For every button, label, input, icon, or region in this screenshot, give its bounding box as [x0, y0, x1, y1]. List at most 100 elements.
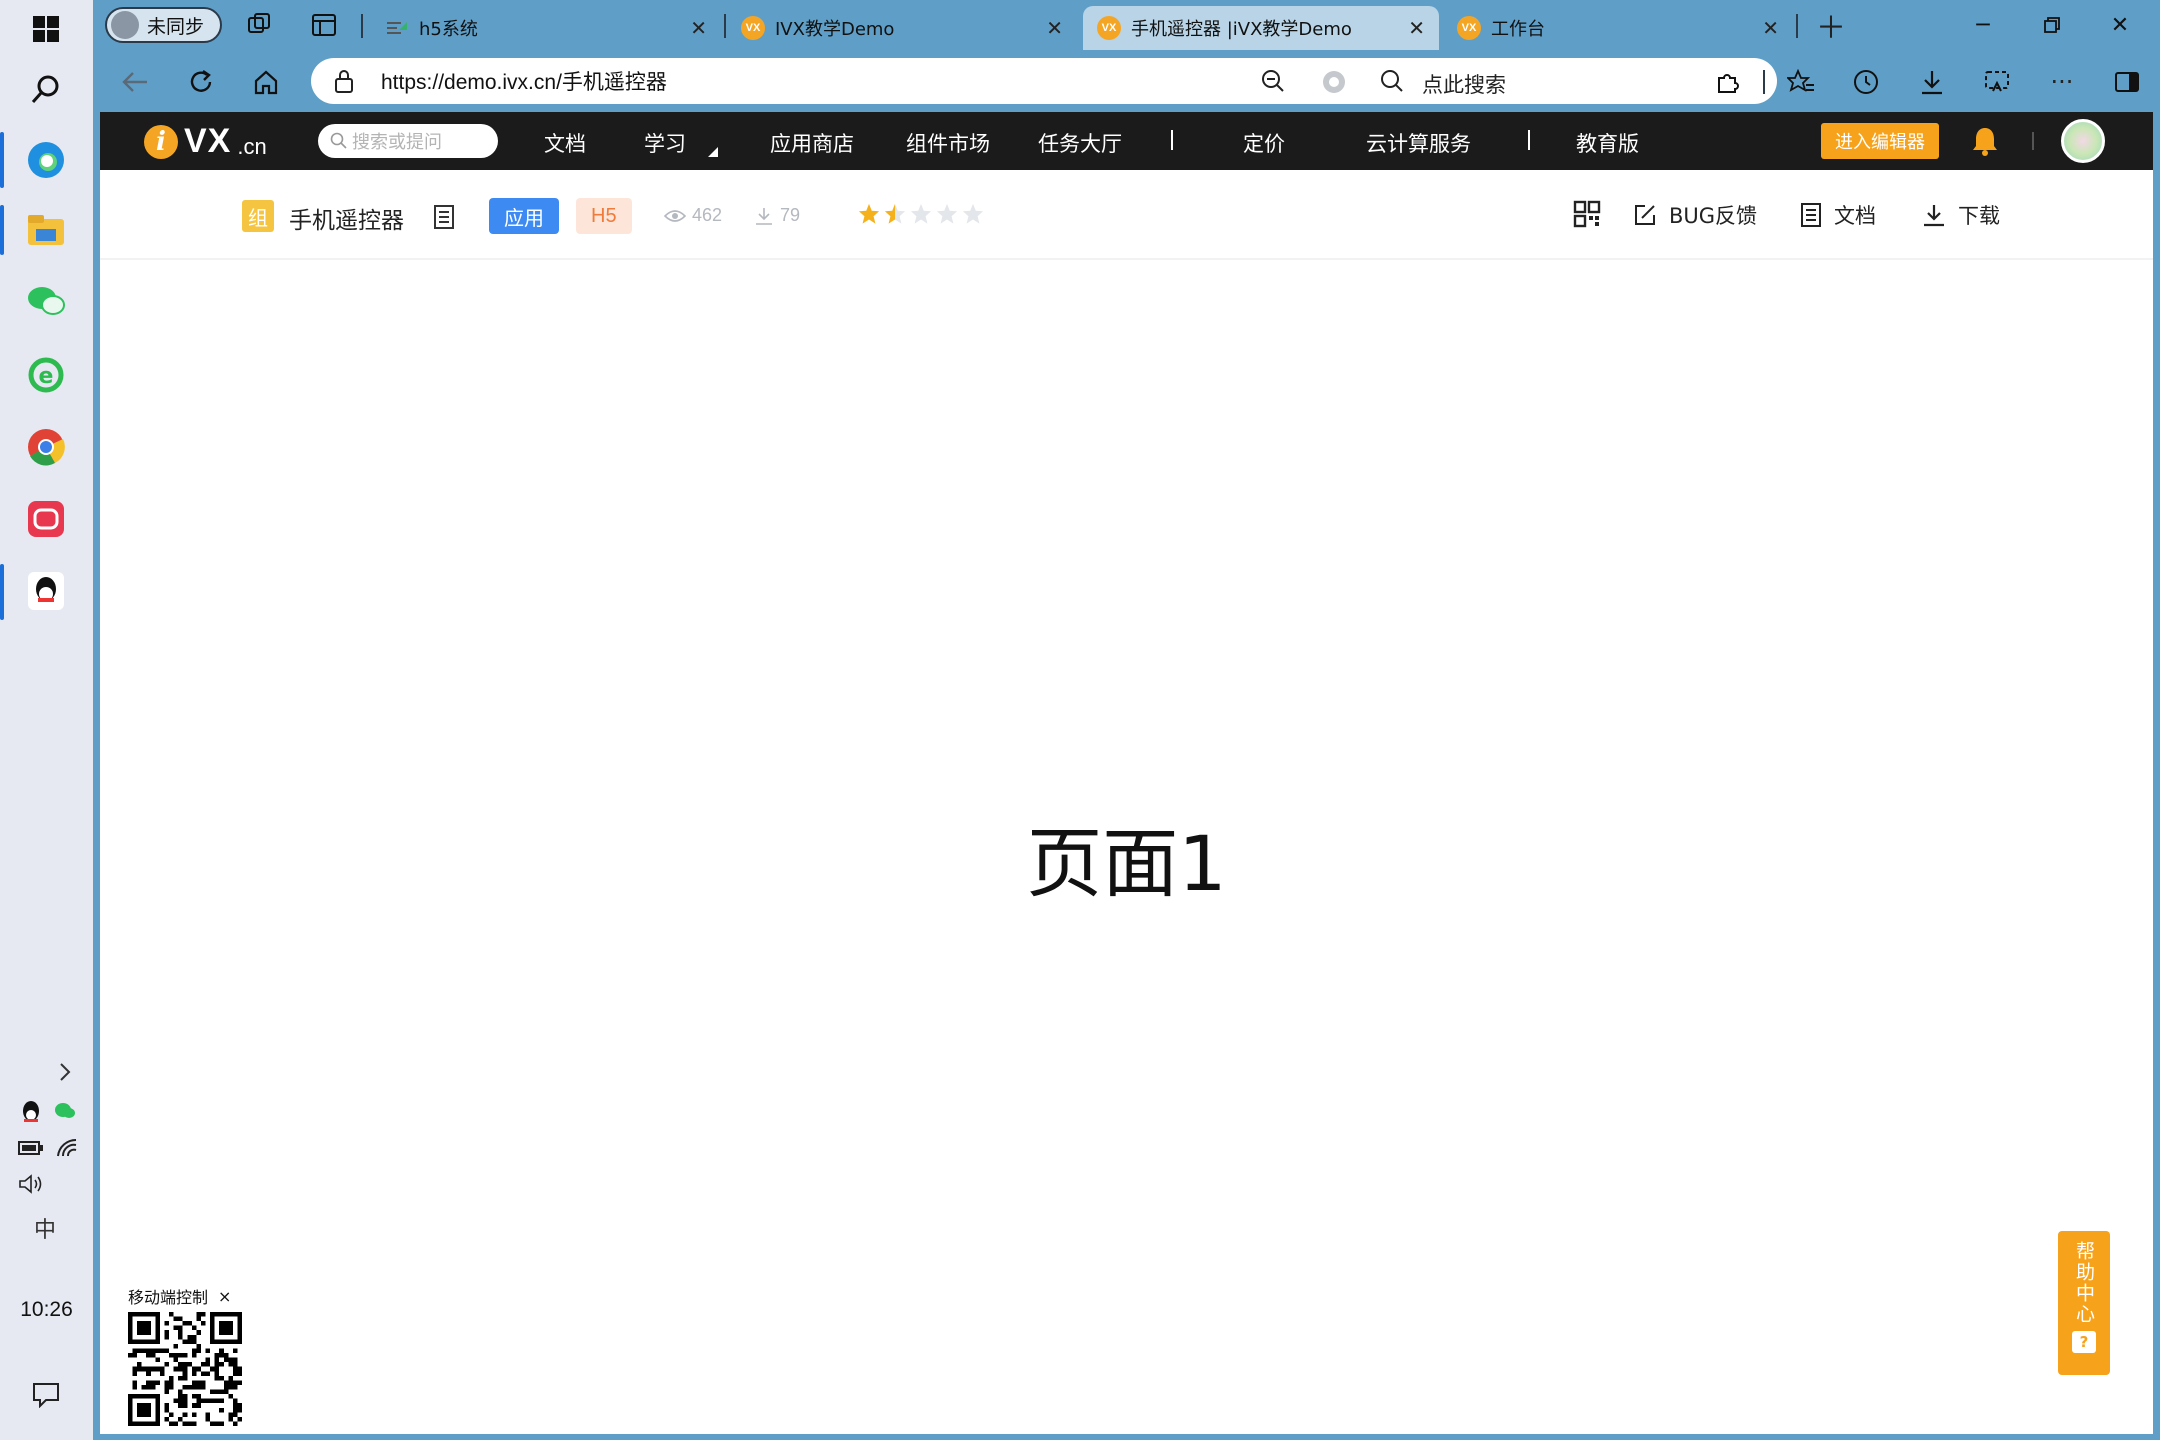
tab-h5-system[interactable]: h5系统 ✕ [371, 6, 721, 50]
logo-i-mark: i [144, 124, 178, 159]
vx-icon: VX [1457, 16, 1481, 40]
back-arrow-icon[interactable] [117, 64, 153, 100]
tab-strip: 未同步 h5系统 ✕ VX IVX教学Demo ✕ VX 手机遥控器 |iVX教… [93, 0, 2160, 50]
mobile-control-qr-code [128, 1312, 242, 1426]
nav-task-hall[interactable]: 任务大厅 [1038, 128, 1122, 158]
mobile-control-label: 移动端控制 [128, 1288, 209, 1307]
site-search-placeholder: 搜索或提问 [352, 132, 442, 153]
logo-cn: .cn [237, 133, 267, 159]
chrome-icon[interactable] [23, 424, 69, 470]
screenshot-icon[interactable] [1979, 64, 2015, 100]
nav-app-store[interactable]: 应用商店 [770, 128, 854, 158]
ie-browser-icon[interactable]: e [23, 352, 69, 398]
platform-tag: H5 [576, 198, 632, 234]
browser-window: 未同步 h5系统 ✕ VX IVX教学Demo ✕ VX 手机遥控器 |iVX教… [93, 0, 2160, 1440]
minimize-icon[interactable]: ─ [1963, 8, 2003, 42]
site-search-input[interactable]: 搜索或提问 [318, 124, 498, 158]
qq-tray-icon[interactable] [20, 1100, 42, 1129]
read-aloud-icon[interactable] [1321, 69, 1347, 100]
nav-component-market[interactable]: 组件市场 [906, 128, 990, 158]
ime-indicator[interactable]: 中 [34, 1212, 56, 1244]
star-icon [910, 203, 932, 224]
wechat-icon[interactable] [23, 278, 69, 324]
nav-pricing[interactable]: 定价 [1243, 128, 1285, 158]
document-icon [1801, 203, 1821, 227]
close-tab-icon[interactable]: ✕ [1046, 16, 1063, 40]
volume-icon[interactable] [18, 1174, 44, 1199]
nav-learn[interactable]: 学习 [644, 128, 686, 158]
star-icon [884, 203, 906, 224]
ivx-logo[interactable]: i VX .cn [144, 122, 267, 161]
docs-label: 文档 [1834, 204, 1876, 228]
tab-ivx-demo[interactable]: VX IVX教学Demo ✕ [727, 6, 1077, 50]
wifi-icon[interactable] [56, 1138, 78, 1163]
dropdown-triangle-icon[interactable] [708, 142, 718, 161]
qr-code-button[interactable] [1573, 200, 1601, 228]
qr-code-icon [1573, 200, 1601, 228]
download-count-value: 79 [780, 205, 801, 225]
address-bar[interactable]: https://demo.ivx.cn/手机遥控器 [311, 58, 1433, 104]
workspaces-icon[interactable] [244, 10, 274, 40]
description-icon[interactable] [433, 204, 455, 234]
download-small-icon [756, 207, 772, 225]
favorites-icon[interactable] [1783, 64, 1819, 100]
history-icon[interactable] [1848, 64, 1884, 100]
mobile-control-panel: 移动端控制 × [128, 1284, 242, 1430]
profile-avatar-icon [111, 11, 139, 39]
url-text[interactable]: https://demo.ivx.cn/手机遥控器 [381, 66, 667, 96]
vx-icon: VX [1097, 16, 1121, 40]
tab-remote-control[interactable]: VX 手机遥控器 |iVX教学Demo ✕ [1083, 6, 1439, 50]
star-icon [962, 203, 984, 224]
nav-docs[interactable]: 文档 [544, 128, 586, 158]
bell-icon[interactable] [1971, 126, 1999, 160]
close-tab-icon[interactable]: ✕ [690, 16, 707, 40]
qq-icon[interactable] [23, 568, 69, 614]
user-avatar[interactable] [2061, 119, 2105, 163]
profile-button[interactable]: 未同步 [105, 7, 222, 43]
refresh-icon[interactable] [183, 64, 219, 100]
download-icon[interactable] [1914, 64, 1950, 100]
app-name: 手机遥控器 [289, 208, 404, 234]
eye-icon [664, 209, 686, 222]
extensions-icon[interactable] [1709, 64, 1745, 100]
system-clock[interactable]: 10:26 [0, 1298, 93, 1322]
nav-education[interactable]: 教育版 [1576, 128, 1639, 158]
wechat-tray-icon[interactable] [54, 1102, 76, 1125]
download-label: 下载 [1958, 204, 2000, 228]
docs-button[interactable]: 文档 [1800, 200, 1876, 230]
page-main-text: 页面1 [1026, 819, 1227, 908]
edit-icon [1635, 205, 1655, 225]
notification-icon[interactable] [32, 1382, 60, 1413]
logo-vx: VX [184, 122, 232, 160]
enter-editor-button[interactable]: 进入编辑器 [1821, 123, 1939, 159]
help-center-tab[interactable]: 帮助中心 ? [2058, 1231, 2110, 1375]
download-button[interactable]: 下载 [1922, 200, 2000, 230]
star-icon [936, 203, 958, 224]
tab-title: h5系统 [419, 19, 478, 40]
new-tab-icon[interactable]: ＋ [1816, 10, 1846, 46]
bug-feedback-button[interactable]: BUG反馈 [1633, 200, 1757, 230]
tab-workbench[interactable]: VX 工作台 ✕ [1443, 6, 1793, 50]
close-tab-icon[interactable]: ✕ [1408, 16, 1425, 40]
nav-cloud[interactable]: 云计算服务 [1366, 128, 1471, 158]
battery-icon[interactable] [18, 1140, 44, 1161]
red-app-icon[interactable] [23, 496, 69, 542]
sidebar-toggle-icon[interactable] [2109, 64, 2145, 100]
h5-system-icon [387, 22, 407, 34]
restore-icon[interactable] [2032, 8, 2072, 42]
windows-start-icon[interactable] [23, 6, 69, 52]
search-icon[interactable] [23, 66, 69, 112]
home-icon[interactable] [248, 64, 284, 100]
lock-icon[interactable] [333, 68, 355, 99]
search-icon [1380, 69, 1404, 98]
zoom-out-icon[interactable] [1261, 69, 1285, 98]
chevron-right-icon[interactable] [58, 1062, 72, 1087]
tab-title: 手机遥控器 |iVX教学Demo [1131, 19, 1352, 40]
close-icon[interactable]: × [218, 1287, 231, 1306]
edge-browser-icon[interactable] [23, 137, 69, 183]
file-explorer-icon[interactable] [23, 208, 69, 254]
close-tab-icon[interactable]: ✕ [1762, 16, 1779, 40]
vertical-tabs-icon[interactable] [309, 10, 339, 40]
close-window-icon[interactable]: ✕ [2100, 8, 2140, 42]
more-menu-icon[interactable]: ··· [2044, 64, 2080, 100]
